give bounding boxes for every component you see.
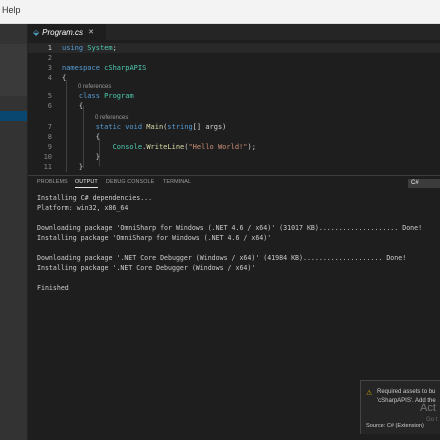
code-text: namespace cSharpAPIS <box>62 64 147 72</box>
code-line[interactable]: 6 { <box>28 101 440 111</box>
indent-guide <box>99 138 100 166</box>
output-line: Platform: win32, x86_64 <box>37 204 129 212</box>
line-number: 4 <box>47 74 52 82</box>
code-text: using System; <box>62 44 117 52</box>
tab-debug-console[interactable]: DEBUG CONSOLE <box>106 179 154 185</box>
line-number: 10 <box>43 153 52 161</box>
sidebar-section <box>0 44 27 96</box>
code-text: static void Main(string[] args) <box>95 123 227 131</box>
panel-tabs: PROBLEMS OUTPUT DEBUG CONSOLE TERMINAL C… <box>28 176 440 190</box>
output-line: Downloading package 'OmniSharp for Windo… <box>37 224 423 232</box>
code-line[interactable]: 7 static void Main(string[] args) <box>28 122 440 132</box>
code-text: class Program <box>78 92 134 100</box>
activity-sidebar <box>0 24 27 440</box>
notification-message-line1: Required assets to bu <box>377 389 436 395</box>
csharp-file-icon: ⬙ <box>33 27 40 37</box>
line-number: 5 <box>47 92 52 100</box>
codelens-class[interactable]: 0 references <box>78 83 111 91</box>
codelens-row: 0 references <box>28 83 440 91</box>
line-number: 1 <box>47 44 52 52</box>
code-line[interactable]: 1 using System; <box>28 43 440 53</box>
tab-problems[interactable]: PROBLEMS <box>37 179 68 185</box>
tab-label: Program.cs <box>42 27 84 37</box>
line-number: 2 <box>47 54 52 62</box>
line-number: 11 <box>43 163 52 171</box>
output-line: Installing package '.NET Core Debugger (… <box>37 264 256 272</box>
line-number: 3 <box>47 64 52 72</box>
tab-output[interactable]: OUTPUT <box>75 179 98 188</box>
code-line[interactable]: 4{ <box>28 73 440 83</box>
notification-source: Source: C# (Extension) <box>366 423 424 429</box>
output-line: Downloading package '.NET Core Debugger … <box>37 254 407 262</box>
menu-bar: Help <box>0 0 440 24</box>
code-text: } <box>62 153 100 161</box>
warning-icon: ⚠ <box>366 390 373 397</box>
output-line: Installing C# dependencies... <box>37 194 153 202</box>
menu-help[interactable]: Help <box>2 5 21 15</box>
indent-guide <box>66 80 67 172</box>
editor-tab-bar: ⬙ Program.cs ✕ <box>28 24 440 40</box>
code-line[interactable]: 8 { <box>28 132 440 142</box>
sidebar-selected-item[interactable] <box>0 111 27 121</box>
close-icon[interactable]: ✕ <box>88 28 94 36</box>
output-channel-select[interactable]: C# <box>408 179 440 188</box>
code-text: { <box>62 133 100 141</box>
line-number: 8 <box>47 133 52 141</box>
code-line[interactable]: 2 <box>28 53 440 63</box>
code-line[interactable]: 10 } <box>28 152 440 162</box>
line-number: 9 <box>47 143 52 151</box>
code-editor[interactable]: 1 using System; 2 3 namespace cSharpAPIS 4{5 … <box>28 40 440 174</box>
activation-watermark-sub: Go t <box>426 417 438 423</box>
codelens-method[interactable]: 0 references <box>95 114 128 122</box>
code-text: Console.WriteLine("Hello World!"); <box>112 143 256 151</box>
output-line: Finished <box>37 284 69 292</box>
activation-watermark: Act <box>420 402 436 414</box>
tab-program-cs[interactable]: ⬙ Program.cs ✕ <box>28 24 106 40</box>
line-number: 7 <box>47 123 52 131</box>
code-line[interactable]: 3 namespace cSharpAPIS <box>28 63 440 73</box>
code-line[interactable]: 9 Console.WriteLine("Hello World!"); <box>28 142 440 152</box>
tab-terminal[interactable]: TERMINAL <box>163 179 191 185</box>
code-line[interactable]: 5 class Program <box>28 91 440 101</box>
line-number: 6 <box>47 102 52 110</box>
output-line: Installing package 'OmniSharp for Window… <box>37 234 272 242</box>
codelens-row: 0 references <box>28 114 440 122</box>
indent-guide <box>83 106 84 168</box>
code-line[interactable]: 11 } <box>28 162 440 172</box>
